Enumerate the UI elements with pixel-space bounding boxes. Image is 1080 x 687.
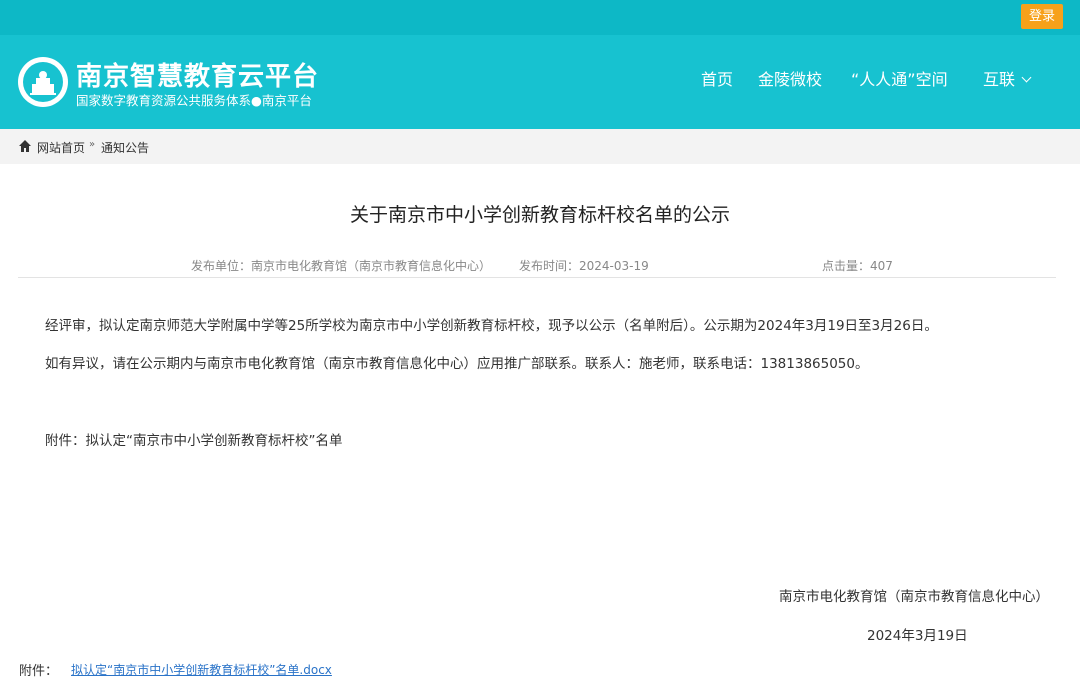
article-paragraph: 如有异议，请在公示期内与南京市电化教育馆（南京市教育信息化中心）应用推广部联系。… — [45, 356, 869, 372]
breadcrumb-current[interactable]: 通知公告 — [101, 139, 149, 156]
article-title: 关于南京市中小学创新教育标杆校名单的公示 — [349, 204, 730, 226]
breadcrumb-separator: » — [89, 139, 96, 150]
home-icon — [19, 140, 31, 152]
nav-interconnect-label: 互联 — [983, 70, 1016, 89]
article-date: 2024年3月19日 — [867, 628, 968, 644]
attachment-label: 附件： — [19, 664, 59, 679]
article-publisher: 发布单位：南京市电化教育馆（南京市教育信息化中心） — [191, 259, 492, 273]
breadcrumb: 网站首页 » 通知公告 — [0, 129, 1080, 164]
site-subtitle: 国家数字教育资源公共服务体系●南京平台 — [76, 93, 312, 108]
chevron-down-icon — [1021, 72, 1032, 83]
attachment-download-link[interactable]: 拟认定“南京市中小学创新教育标杆校”名单.docx — [71, 661, 332, 678]
site-header: 南京智慧教育云平台 国家数字教育资源公共服务体系●南京平台 首页 金陵微校 “人… — [0, 35, 1080, 129]
article-paragraph: 经评审，拟认定南京师范大学附属中学等25所学校为南京市中小学创新教育标杆校，现予… — [45, 318, 938, 334]
article-views: 点击量：407 — [822, 259, 893, 273]
article-publish-time: 发布时间：2024-03-19 — [519, 259, 649, 273]
article-paragraph: 附件：拟认定“南京市中小学创新教育标杆校”名单 — [45, 433, 343, 449]
breadcrumb-home-link[interactable]: 网站首页 — [37, 139, 85, 156]
article-signature: 南京市电化教育馆（南京市教育信息化中心） — [779, 589, 1049, 605]
nav-interconnect[interactable]: 互联 — [983, 35, 1032, 129]
nav-home[interactable]: 首页 — [701, 35, 733, 129]
building-icon — [30, 71, 56, 95]
nav-jinling-microschool[interactable]: 金陵微校 — [758, 35, 822, 129]
login-button[interactable]: 登录 — [1021, 4, 1063, 29]
divider — [18, 277, 1056, 278]
logo-emblem-icon[interactable] — [18, 57, 68, 107]
top-bar: 登录 — [0, 0, 1080, 35]
nav-renrentong-space[interactable]: “人人通”空间 — [851, 35, 948, 129]
site-title[interactable]: 南京智慧教育云平台 — [76, 56, 319, 93]
